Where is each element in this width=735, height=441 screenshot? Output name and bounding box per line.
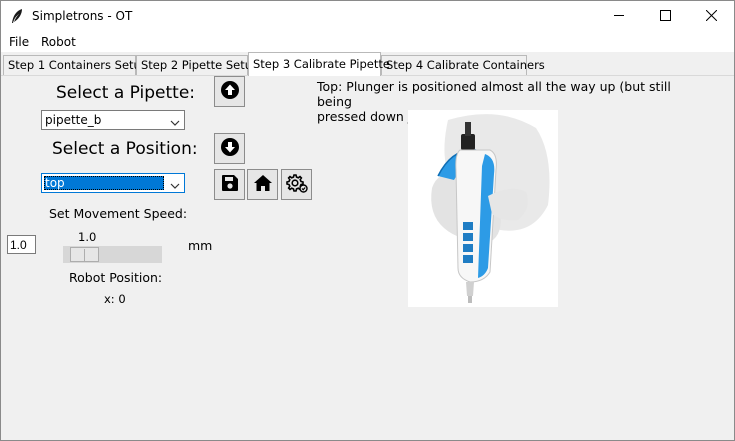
app-window: Simpletrons - OT File Robot Step 1 Conta… [0,0,735,441]
tab-pipette-setup[interactable]: Step 2 Pipette Setup [136,55,259,76]
move-down-button[interactable] [214,133,245,164]
close-icon [705,9,717,24]
speed-scale-value: 1.0 [78,230,97,244]
chevron-down-icon [170,116,180,126]
menu-bar: File Robot [1,32,734,52]
title-bar[interactable]: Simpletrons - OT [1,1,734,32]
tab-containers-setup[interactable]: Step 1 Containers Setup [3,55,148,76]
tab-calibrate-pipette[interactable]: Step 3 Calibrate Pipette [248,52,390,76]
slider-grip [84,249,85,261]
position-select[interactable]: top [41,173,185,193]
minimize-button[interactable] [596,1,642,32]
move-up-button[interactable] [214,76,245,107]
movement-speed-label: Set Movement Speed: [49,206,188,221]
robot-position-value: x: 0 [104,292,126,306]
settings-icon [285,173,308,196]
menu-robot[interactable]: Robot [41,35,76,49]
pipette-photo [408,110,558,307]
minimize-icon [613,10,625,24]
close-button[interactable] [688,1,734,32]
window-title: Simpletrons - OT [32,9,133,23]
select-position-label: Select a Position: [52,139,198,159]
menu-file[interactable]: File [9,35,29,49]
speed-slider-thumb[interactable] [70,247,99,262]
calibrate-pipette-panel: Select a Pipette: pipette_b Select a Pos… [1,76,734,440]
save-position-button[interactable] [214,169,245,200]
pipette-select[interactable]: pipette_b [41,110,185,130]
speed-unit-label: mm [188,238,213,253]
home-icon [253,174,273,195]
position-select-value: top [45,176,65,190]
feather-icon [10,8,24,24]
maximize-button[interactable] [642,1,688,32]
settings-button[interactable] [281,169,312,200]
tab-calibrate-containers[interactable]: Step 4 Calibrate Containers [381,55,545,76]
select-pipette-label: Select a Pipette: [56,83,196,103]
tab-bar: Step 1 Containers Setup Step 2 Pipette S… [1,52,734,76]
speed-entry[interactable]: 1.0 [7,235,36,254]
save-icon [221,174,239,195]
robot-position-label: Robot Position: [69,270,163,285]
arrow-down-icon [220,137,240,160]
maximize-icon [659,9,671,24]
chevron-down-icon [170,179,180,189]
arrow-up-icon [220,80,240,103]
pipette-select-value: pipette_b [45,113,102,127]
home-button[interactable] [247,169,278,200]
